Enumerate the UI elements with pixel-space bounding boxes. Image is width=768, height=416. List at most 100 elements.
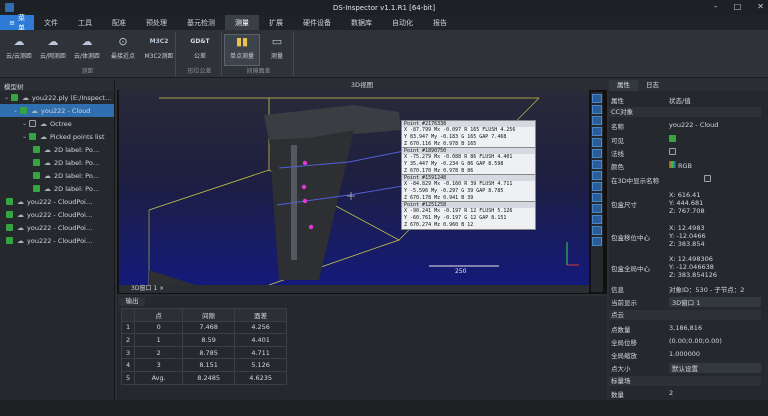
view-tool-icon[interactable] [592,160,602,169]
tree-item[interactable]: ☁ you222 - CloudPoi… [0,208,114,221]
color-value[interactable]: RGB [678,162,692,170]
cloud-mesh-distance-button[interactable]: ☁ 云/网测距 [36,35,70,65]
menu-tab[interactable]: 自动化 [382,15,423,30]
view-tool-icon[interactable] [592,182,602,191]
menu-tab[interactable]: 报告 [423,15,457,30]
tree-checkbox[interactable] [33,172,40,179]
view-tool-icon[interactable] [592,193,602,202]
point-label-box[interactable]: Point #1890750 X -75.279 Mx -0.088 R 86 F… [401,147,536,176]
point-label-box[interactable]: Point #1591248 X -84.829 Mx -0.160 R 39 F… [401,174,536,203]
measure-button[interactable]: ▭ 测量 [260,35,294,65]
viewport-tab[interactable]: 3D窗口 1 [131,285,157,292]
name-value[interactable]: you222 - Cloud [669,121,761,131]
view-tool-icon[interactable] [592,105,602,114]
menu-tab[interactable]: 预处理 [136,15,177,30]
gdt-icon: GD&T [190,38,210,45]
tree-item-label: you222 - Cloud [41,106,91,115]
tree-item[interactable]: ☁ 2D label: Po… [0,143,114,156]
tree-item[interactable]: ☁ you222 - CloudPoi… [0,234,114,247]
tree-item[interactable]: ☁ 2D label: Po… [0,169,114,182]
table-row: 3 2 8.785 4.711 [120,345,288,360]
tree-item[interactable]: ⌄ ☁ Picked points list [0,130,114,143]
table-cell: 1 [120,320,136,335]
point-label-box[interactable]: Point #2176338 X -87.799 Mx -0.097 R 165 … [401,120,536,149]
view-tool-icon[interactable] [592,127,602,136]
tree-item[interactable]: ☁ you222 - CloudPoi… [0,195,114,208]
menu-tab[interactable]: 基元检测 [177,15,225,30]
tree-item-label: Picked points list [50,132,105,141]
tab-properties[interactable]: 属性 [609,80,638,91]
closest-point-button[interactable]: ⊙ 最接近点 [106,35,140,65]
tree-item-label: 2D label: Po… [54,145,100,154]
single-point-measure-button[interactable]: ▮▮ 单点测量 [224,34,260,66]
cloud-icon: ☁ [17,210,24,219]
menu-tab[interactable]: 测量 [225,15,259,30]
picked-point-marker[interactable] [308,224,314,230]
m3c2-distance-button[interactable]: M3C2 M3C2测距 [142,35,176,65]
menu-tab[interactable]: 工具 [68,15,102,30]
view-tool-icon[interactable] [592,171,602,180]
3d-canvas[interactable]: 250 Point #2176338 X -87.799 Mx -0.097 R … [119,90,589,286]
table-cell: 4 [120,358,136,372]
tree-checkbox[interactable] [20,107,28,114]
point-size-dropdown[interactable]: 默认设置 [669,363,761,373]
tree-item[interactable]: ☁ 2D label: Po… [0,182,114,195]
tree-checkbox[interactable] [29,133,37,140]
normals-checkbox[interactable] [669,148,676,155]
view-tool-icon[interactable] [592,94,602,103]
view-tool-icon[interactable] [592,237,602,246]
picked-point-marker[interactable] [302,160,308,166]
view-tool-icon[interactable] [592,149,602,158]
tree-item[interactable]: ⌄ ☁ you222.ply (E:/Inspect… [0,91,114,104]
expand-arrow-icon[interactable]: ⌄ [22,133,27,140]
tree-item[interactable]: ☁ 2D label: Po… [0,156,114,169]
view-tool-icon[interactable] [592,226,602,235]
view-tool-icon[interactable] [592,204,602,213]
show-name-checkbox[interactable] [704,175,711,182]
menu-tab[interactable]: 数据库 [341,15,382,30]
view-tool-icon[interactable] [592,138,602,147]
tree-checkbox[interactable] [33,185,40,192]
menu-tab[interactable]: 文件 [34,15,68,30]
maximize-icon[interactable]: □ [734,2,742,11]
tree-checkbox[interactable] [33,146,40,153]
view-tool-icon[interactable] [592,215,602,224]
tree-checkbox[interactable] [11,94,19,101]
tree-checkbox[interactable] [6,198,13,205]
picked-point-marker[interactable] [302,198,308,204]
close-tab-icon[interactable]: × [159,285,164,292]
tree-item[interactable]: ⌄ ☁ you222 - Cloud [0,104,114,117]
tree-checkbox[interactable] [6,224,13,231]
picked-point-marker[interactable] [301,184,307,190]
tree-checkbox[interactable] [6,211,13,218]
close-icon[interactable]: ✕ [757,2,764,11]
current-display-dropdown[interactable]: 3D窗口 1 [669,297,761,307]
column-header: 间隙 [182,308,236,322]
column-header [120,308,136,322]
cloud-cloud-distance-button[interactable]: ☁ 云/云测距 [2,35,36,65]
expand-arrow-icon[interactable]: ⌄ [13,107,18,114]
tolerance-button[interactable]: GD&T 公差 [183,35,217,65]
column-header: 点 [134,308,184,322]
menu-tab[interactable]: 配准 [102,15,136,30]
tree-checkbox[interactable] [33,159,40,166]
menu-tab[interactable]: 硬件设备 [293,15,341,30]
tree-checkbox[interactable] [6,237,13,244]
visible-checkbox[interactable] [669,135,676,142]
minimize-icon[interactable]: – [714,2,718,11]
cloud-body-distance-button[interactable]: ☁ 云/体测距 [70,35,104,65]
expand-arrow-icon[interactable]: ⌄ [22,120,27,127]
view-tool-icon[interactable] [592,116,602,125]
expand-arrow-icon[interactable]: ⌄ [4,94,9,101]
menu-file-button[interactable]: ≡ 菜单 [0,14,34,32]
tree-item[interactable]: ⌄ ☁ Octree [0,117,114,130]
tree-item[interactable]: ☁ you222 - CloudPoi… [0,221,114,234]
tab-log[interactable]: 日志 [638,80,667,91]
menu-tab[interactable]: 扩展 [259,15,293,30]
point-label-box[interactable]: Point #1251258 X -90.241 Mx -0.197 R 12 F… [401,201,536,230]
table-row: 2 1 8.59 4.401 [120,333,288,347]
measure-point-icon: ▮▮ [235,35,249,48]
tree-checkbox[interactable] [29,120,37,127]
output-tab[interactable]: 输出 [119,297,145,306]
cloud-icon: ☁ [22,93,30,102]
